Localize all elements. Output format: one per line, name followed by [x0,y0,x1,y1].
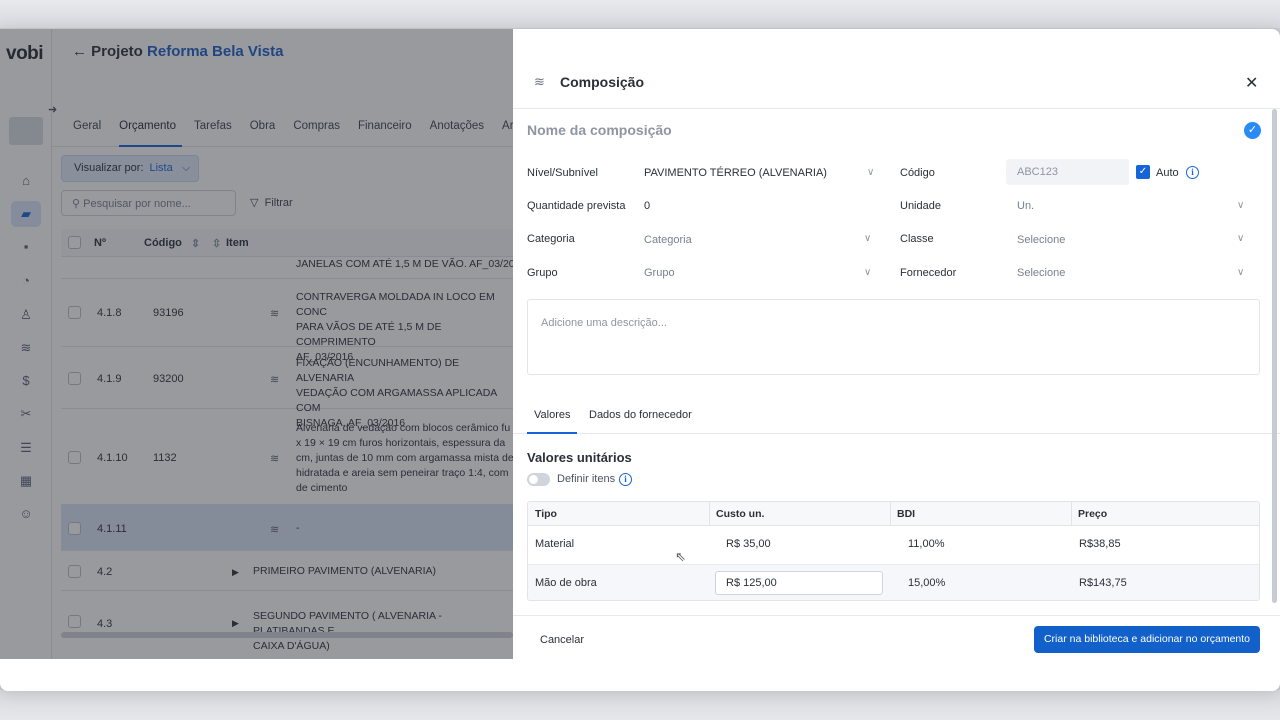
confirm-name-icon[interactable]: ✓ [1244,122,1261,139]
column-divider [1071,502,1072,526]
composition-drawer: ≋ Composição ✕ Nome da composição ✓ Níve… [513,57,1280,660]
table-row: Material R$ 35,00 11,00% R$38,85 [528,526,1259,564]
column-tipo: Tipo [535,508,557,520]
chevron-down-icon[interactable]: ∨ [1237,200,1244,211]
row-tipo: Mão de obra [535,577,597,589]
layers-icon: ≋ [534,74,545,89]
classe-select[interactable]: Selecione [1017,234,1065,246]
unidade-select[interactable]: Un. [1017,200,1034,212]
modal-overlay[interactable] [0,29,513,659]
mouse-cursor-icon: ⇖ [675,549,686,564]
auto-checkbox[interactable]: ✓ [1136,165,1150,179]
auto-label: Auto [1156,167,1179,179]
table-row: Mão de obra R$ 125,00 15,00% R$143,75 [528,564,1259,600]
chevron-down-icon[interactable]: ∨ [864,233,871,244]
composition-name-input[interactable]: Nome da composição [527,122,672,138]
column-divider [709,502,710,526]
column-bdi: BDI [897,508,916,520]
description-textarea[interactable]: Adicione uma descrição... [527,299,1260,375]
chevron-down-icon[interactable]: ∨ [864,267,871,278]
define-items-toggle[interactable] [527,473,550,486]
column-preco: Preço [1078,508,1108,520]
grupo-label: Grupo [527,267,558,279]
tab-dados-fornecedor[interactable]: Dados do fornecedor [589,409,692,434]
drawer-footer: Cancelar Criar na biblioteca e adicionar… [513,615,1280,660]
desktop-background-top [0,0,1280,28]
fornecedor-select[interactable]: Selecione [1017,267,1065,279]
quantidade-input[interactable]: 0 [644,200,650,212]
unit-values-table: Tipo Custo un. BDI Preço Material R$ 35,… [527,501,1260,601]
info-icon[interactable]: i [619,473,632,486]
toggle-knob [529,475,538,484]
grupo-select[interactable]: Grupo [644,267,675,279]
vertical-scrollbar[interactable] [1272,109,1277,603]
create-and-add-button[interactable]: Criar na biblioteca e adicionar no orçam… [1034,626,1260,653]
close-icon[interactable]: ✕ [1245,73,1258,93]
cancel-button[interactable]: Cancelar [540,634,584,646]
row-custo-input[interactable]: R$ 125,00 [715,571,883,595]
row-preco: R$143,75 [1079,577,1127,589]
column-custo: Custo un. [716,508,765,520]
unidade-label: Unidade [900,200,941,212]
row-custo-input[interactable]: R$ 35,00 [726,538,771,550]
categoria-label: Categoria [527,233,575,245]
row-bdi[interactable]: 15,00% [908,577,945,589]
info-icon[interactable]: i [1186,166,1199,179]
nivel-label: Nível/Subnível [527,167,598,179]
quantidade-label: Quantidade prevista [527,200,626,212]
drawer-title: Composição [560,74,645,90]
row-bdi[interactable]: 11,00% [908,538,945,550]
row-preco: R$38,85 [1079,538,1121,550]
tab-valores[interactable]: Valores [527,409,578,434]
values-tabs: Valores Dados do fornecedor [513,401,1280,434]
chevron-down-icon[interactable]: ∨ [1237,233,1244,244]
drawer-header: ≋ Composição ✕ [513,57,1280,109]
define-items-label: Definir itens [557,473,616,485]
chevron-down-icon[interactable]: ∨ [867,167,874,178]
row-tipo: Material [535,538,575,550]
column-divider [890,502,891,526]
categoria-select[interactable]: Categoria [644,234,692,246]
unit-values-title: Valores unitários [527,450,632,465]
classe-label: Classe [900,233,934,245]
fornecedor-label: Fornecedor [900,267,957,279]
chevron-down-icon[interactable]: ∨ [1237,267,1244,278]
desktop-background-bottom [0,690,1280,720]
codigo-input[interactable]: ABC123 [1006,159,1129,185]
unit-values-header: Tipo Custo un. BDI Preço [528,502,1259,526]
codigo-label: Código [900,167,935,179]
nivel-select[interactable]: PAVIMENTO TÉRREO (ALVENARIA) [644,167,827,179]
